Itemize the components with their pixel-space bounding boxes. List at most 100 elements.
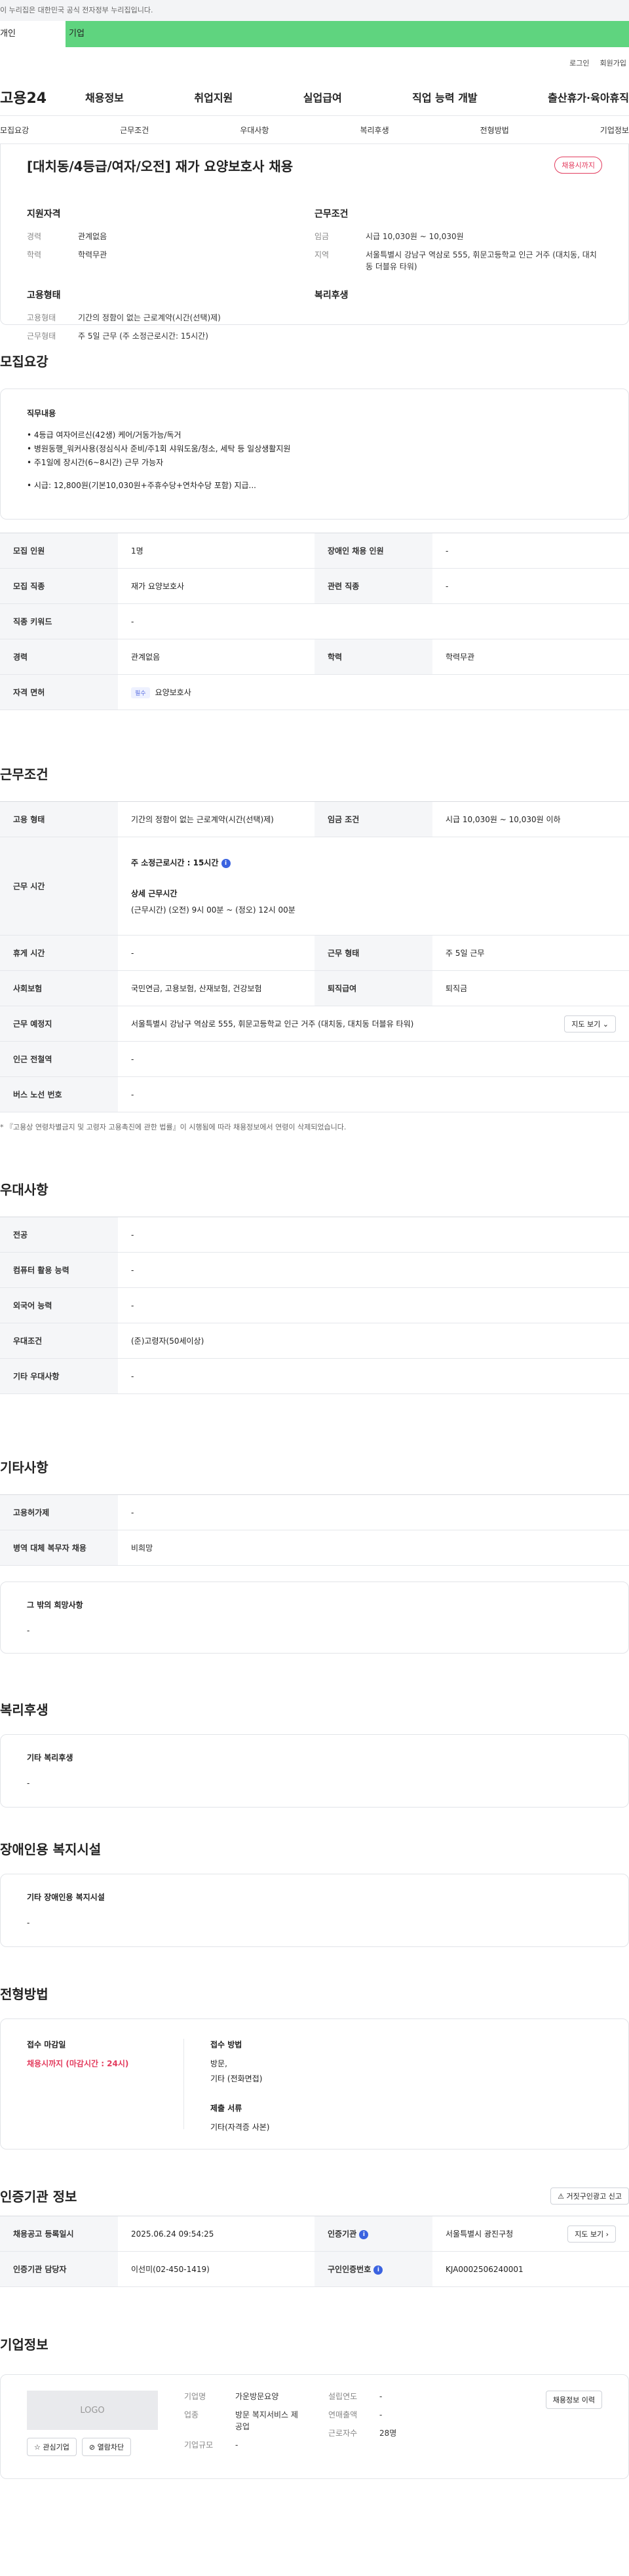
kv-value: -	[379, 2392, 383, 2401]
subnav-welfare[interactable]: 복리후생	[360, 124, 389, 136]
cell-label: 고용허가제	[0, 1494, 118, 1530]
other-table: 고용허가제 - 병역 대체 복무자 채용 비희망	[0, 1494, 629, 1566]
agency-map-button[interactable]: 지도 보기 ›	[567, 2225, 616, 2243]
user-type-tabs: 개인 기업	[0, 21, 629, 47]
cell-value: 주 5일 근무	[432, 935, 629, 971]
cell-label: 근무 예정지	[0, 1006, 118, 1042]
alert-icon: ⚠	[558, 2191, 565, 2201]
disability-box-heading: 기타 장애인용 복지시설	[27, 1893, 105, 1902]
cell-label: 퇴직급여	[314, 970, 432, 1006]
subnav-selection[interactable]: 전형방법	[480, 124, 509, 136]
docs-heading: 제출 서류	[210, 2104, 242, 2113]
method-line: 방문,	[210, 2059, 227, 2068]
agency-map-label: 지도 보기	[575, 2229, 604, 2239]
section-title-other: 기타사항	[0, 1460, 48, 1475]
job-summary-card: [대치동/4등급/여자/오전] 재가 요양보호사 채용 채용시까지 지원자격 경…	[0, 144, 629, 341]
job-title: [대치동/4등급/여자/오전] 재가 요양보호사 채용	[27, 158, 294, 174]
report-fake-ad-button[interactable]: ⚠ 거짓구인광고 신고	[550, 2187, 629, 2205]
info-icon[interactable]: i	[221, 858, 231, 868]
agency-label-text: 인증기관	[328, 2229, 357, 2239]
chevron-down-icon: ⌄	[602, 1019, 609, 1029]
kv-label: 임금	[314, 232, 330, 241]
kv-label: 기업명	[184, 2392, 206, 2401]
gnb-item-jobs[interactable]: 채용정보	[85, 89, 124, 105]
location-value: 서울특별시 강남구 역삼로 555, 휘문고등학교 인근 거주 (대치동, 대치…	[131, 1019, 414, 1029]
section-title-conditions: 근무조건	[0, 767, 48, 782]
utility-links: 로그인 회원가입	[0, 47, 629, 79]
favorite-company-button[interactable]: ☆ 관심기업	[27, 2438, 77, 2456]
cell-value: 이선미(02-450-1419)	[118, 2251, 314, 2287]
duty-line: • 시급: 12,800원(기본10,030원+주휴수당+연차수당 포함) 지급…	[27, 481, 256, 490]
cell-value: 시급 10,030원 ~ 10,030원 이하	[432, 801, 629, 837]
duty-line: • 4등급 여자어르신(42생) 케어/거동가능/독거	[27, 430, 181, 440]
section-title-company: 기업정보	[0, 2337, 48, 2353]
section-nav: 모집요강 근무조건 우대사항 복리후생 전형방법 기업정보	[0, 115, 629, 144]
info-icon[interactable]: i	[373, 2265, 383, 2275]
gnb-item-vocational-training[interactable]: 직업 능력 개발	[412, 89, 477, 105]
cell-value: -	[118, 1358, 629, 1394]
cell-value: -	[118, 1217, 629, 1253]
cell-label: 고용 형태	[0, 801, 118, 837]
section-title-agency: 인증기관 정보	[0, 2189, 77, 2205]
site-logo[interactable]: 고용24	[0, 86, 59, 107]
cell-label: 관련 직종	[314, 568, 432, 604]
cell-value: 필수 요양보호사	[118, 674, 629, 710]
signup-link[interactable]: 회원가입	[600, 58, 626, 68]
conditions-table: 고용 형태 기간의 정함이 없는 근로계약(시간(선택)제) 임금 조건 시급 …	[0, 801, 629, 1112]
cell-value: 기간의 정함이 없는 근로계약(시간(선택)제)	[118, 801, 314, 837]
gnb-item-unemployment-benefit[interactable]: 실업급여	[303, 89, 342, 105]
map-button[interactable]: 지도 보기 ⌄	[564, 1015, 616, 1032]
kv-label: 고용형태	[27, 313, 56, 322]
subnav-conditions[interactable]: 근무조건	[120, 124, 149, 136]
kv-value: 주 5일 근무 (주 소정근로시간: 15시간)	[78, 331, 208, 341]
login-link[interactable]: 로그인	[569, 58, 589, 68]
duty-card: 직무내용 • 4등급 여자어르신(42생) 케어/거동가능/독거 • 병원동행_…	[0, 388, 629, 520]
global-nav: 고용24 채용정보 취업지원 실업급여 직업 능력 개발 출산휴가·육아휴직	[0, 79, 629, 115]
cell-value: 주 소정근로시간 : 15시간 i 상세 근무시간 (근무시간) (오전) 9시…	[118, 837, 629, 936]
gnb-item-employment-support[interactable]: 취업지원	[194, 89, 233, 105]
kv-value: 시급 10,030원 ~ 10,030원	[366, 232, 464, 241]
kv-value: 관계없음	[78, 232, 107, 241]
cell-value: 서울특별시 광진구청 지도 보기 ›	[432, 2216, 629, 2252]
subnav-company[interactable]: 기업정보	[600, 124, 629, 136]
block-icon: ⊘	[88, 2443, 96, 2452]
info-icon[interactable]: i	[359, 2229, 369, 2239]
hours-detail: (근무시간) (오전) 9시 00분 ~ (정오) 12시 00분	[131, 905, 295, 915]
preference-table: 전공 - 컴퓨터 활용 능력 - 외국어 능력 - 우대조건 (준)고령자(50세이상)…	[0, 1217, 629, 1394]
block-view-button[interactable]: ⊘ 열람차단	[81, 2438, 132, 2456]
cell-value: -	[118, 603, 629, 639]
duty-heading: 직무내용	[27, 409, 56, 418]
tab-personal[interactable]: 개인	[0, 21, 66, 47]
duty-line	[27, 470, 602, 477]
cell-value: 2025.06.24 09:54:25	[118, 2216, 314, 2252]
cell-value: -	[118, 1252, 629, 1288]
company-card: LOGO ☆ 관심기업 ⊘ 열람차단 기업명 가운방문요양 업종 방문 복지서비스 …	[0, 2374, 629, 2479]
map-button-label: 지도 보기	[571, 1019, 601, 1029]
cell-label: 구인인증번호 i	[314, 2251, 432, 2287]
cell-label: 버스 노선 번호	[0, 1076, 118, 1112]
kv-value: 방문 복지서비스 제공업	[235, 2410, 298, 2431]
tab-company[interactable]: 기업	[66, 21, 629, 47]
subnav-preference[interactable]: 우대사항	[240, 124, 269, 136]
kv-label: 연매출액	[328, 2410, 358, 2419]
cell-label: 인증기관 담당자	[0, 2251, 118, 2287]
docs-value: 기타(자격증 사본)	[210, 2123, 270, 2132]
cell-label: 모집 인원	[0, 533, 118, 569]
section-title-welfare: 복리후생	[0, 1702, 48, 1718]
subnav-recruit[interactable]: 모집요강	[0, 124, 29, 136]
company-logo-placeholder: LOGO	[27, 2391, 158, 2430]
gnb-item-parental-leave[interactable]: 출산휴가·육아휴직	[548, 89, 629, 105]
disability-box-value: -	[27, 1918, 30, 1927]
kv-label: 설립연도	[328, 2392, 358, 2401]
extra-wish-value: -	[27, 1626, 30, 1635]
cell-value: 재가 요양보호사	[118, 568, 314, 604]
cell-value: -	[118, 1041, 629, 1077]
chevron-right-icon: ›	[605, 2229, 609, 2239]
cell-label: 근무 시간	[0, 837, 118, 936]
cert-label-text: 구인인증번호	[328, 2265, 372, 2274]
agency-value: 서울특별시 광진구청	[446, 2229, 514, 2239]
hiring-history-button[interactable]: 채용정보 이력	[545, 2391, 602, 2409]
weekly-hours: 주 소정근로시간 : 15시간	[131, 858, 219, 867]
cell-label: 인근 전철역	[0, 1041, 118, 1077]
age-notice: * 『고용상 연령차별금지 및 고령자 고용촉진에 관한 법률』이 시행됨에 따…	[0, 1123, 347, 1131]
